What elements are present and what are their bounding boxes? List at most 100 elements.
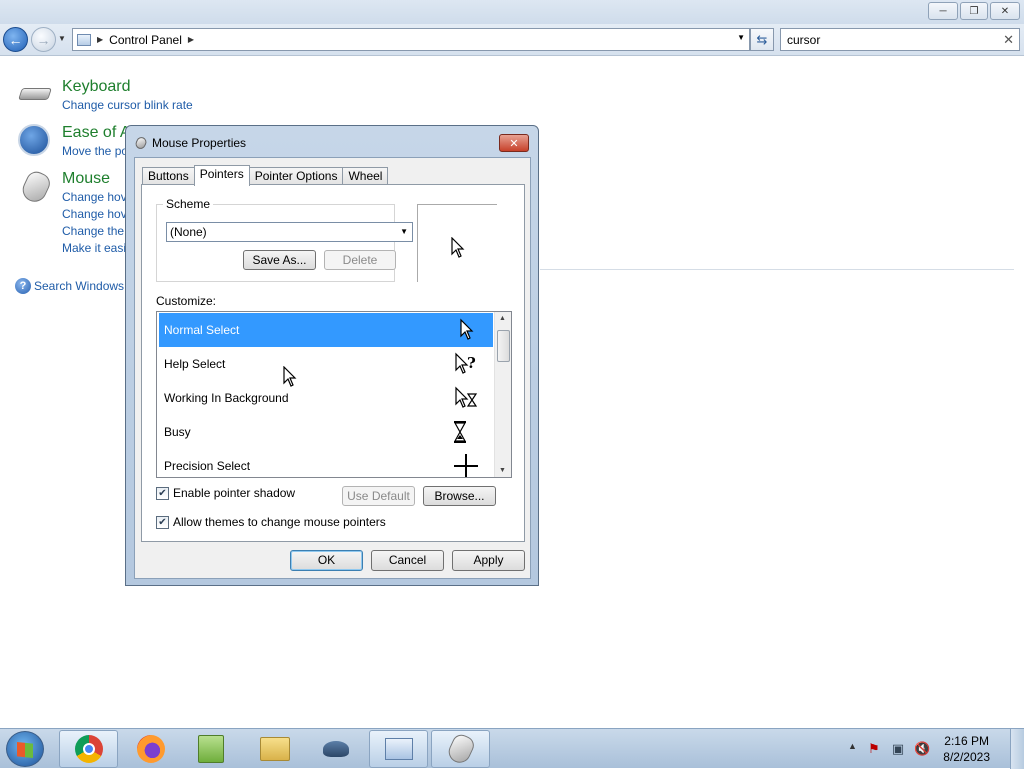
result-link[interactable]: Change hov [62, 190, 127, 204]
forward-button[interactable]: → [31, 27, 56, 52]
chrome-icon [74, 735, 103, 763]
taskbar-notepad-plus-plus[interactable] [181, 730, 240, 768]
address-bar[interactable]: ▶ Control Panel ▶ ▼ [72, 28, 750, 51]
start-button[interactable] [6, 731, 44, 767]
refresh-button[interactable]: ⇆ [750, 28, 774, 51]
cursor-name: Precision Select [164, 459, 251, 473]
taskbar-network-app[interactable] [306, 730, 365, 768]
list-item[interactable]: Busy [159, 415, 493, 449]
allow-themes-checkbox[interactable]: ✔ [156, 515, 169, 529]
back-button[interactable]: ← [3, 27, 28, 52]
close-window-button[interactable]: ✕ [990, 2, 1020, 20]
mouse-properties-dialog: Mouse Properties ✕ Buttons Pointers Poin… [125, 125, 539, 586]
control-panel-icon [384, 738, 413, 760]
address-dropdown-icon[interactable]: ▼ [737, 33, 745, 42]
tab-pointer-options[interactable]: Pointer Options [248, 167, 344, 185]
minimize-button[interactable]: ─ [928, 2, 958, 20]
list-item[interactable]: Help Select ? [159, 347, 493, 381]
action-center-icon[interactable]: ⚑ [866, 741, 882, 757]
help-link[interactable]: Search Windows H [34, 279, 136, 293]
cancel-button[interactable]: Cancel [371, 550, 444, 571]
cursor-preview [417, 204, 497, 282]
recent-pages-dropdown[interactable]: ▼ [58, 34, 66, 43]
enable-shadow-option[interactable]: ✔ Enable pointer shadow [156, 486, 295, 500]
list-item[interactable]: Working In Background [159, 381, 493, 415]
search-box[interactable]: ✕ [780, 28, 1020, 51]
dialog-titlebar[interactable]: Mouse Properties [133, 135, 246, 151]
back-arrow-icon: ← [8, 31, 23, 48]
navigation-bar: ← → ▼ ▶ Control Panel ▶ ▼ ⇆ ✕ [0, 24, 1024, 56]
list-item[interactable]: Normal Select [159, 313, 493, 347]
result-link[interactable]: Make it easi [62, 241, 126, 255]
help-cursor-icon: ? [455, 352, 476, 374]
result-link[interactable]: Move the po [62, 144, 128, 158]
taskbar-chrome[interactable] [59, 730, 118, 768]
allow-themes-label: Allow themes to change mouse pointers [173, 515, 386, 529]
ease-of-access-icon [18, 124, 52, 158]
browse-button[interactable]: Browse... [423, 486, 496, 506]
save-as-button[interactable]: Save As... [243, 250, 316, 270]
help-icon: ? [15, 278, 31, 294]
ok-button[interactable]: OK [290, 550, 363, 571]
result-link[interactable]: Change hov [62, 207, 127, 221]
close-icon[interactable]: ✕ [1003, 32, 1014, 48]
taskbar-file-explorer[interactable] [245, 730, 304, 768]
arrow-cursor-icon [460, 318, 474, 340]
apply-button[interactable]: Apply [452, 550, 525, 571]
breadcrumb-control-panel[interactable]: Control Panel [109, 33, 182, 47]
tab-buttons[interactable]: Buttons [142, 167, 195, 185]
restore-button[interactable]: ❐ [960, 2, 988, 20]
result-title-ease-of-access[interactable]: Ease of A [62, 124, 131, 142]
scheme-dropdown[interactable]: (None) ▼ [166, 222, 413, 242]
network-app-icon [322, 741, 349, 757]
svg-text:?: ? [467, 354, 476, 372]
clock[interactable]: 2:16 PM 8/2/2023 [943, 733, 990, 765]
taskbar-mouse-properties[interactable] [431, 730, 490, 768]
result-title-keyboard[interactable]: Keyboard [62, 78, 131, 96]
cursor-name: Normal Select [164, 323, 240, 337]
scroll-thumb[interactable] [497, 330, 510, 362]
show-desktop-button[interactable] [1010, 729, 1024, 769]
arrow-cursor-icon [451, 237, 465, 258]
delete-button[interactable]: Delete [324, 250, 396, 270]
result-link[interactable]: Change the [62, 224, 124, 238]
window-titlebar: ─ ❐ ✕ [0, 0, 1024, 24]
forward-arrow-icon: → [36, 31, 51, 48]
crosshair-icon [454, 454, 478, 477]
search-input[interactable] [787, 32, 987, 47]
volume-muted-icon[interactable]: 🔇 [914, 741, 930, 757]
pointers-panel: Scheme (None) ▼ Save As... Delete Custom… [141, 184, 525, 542]
tab-wheel[interactable]: Wheel [342, 167, 389, 185]
cursor-name: Help Select [164, 357, 226, 371]
chevron-down-icon: ▼ [400, 227, 408, 236]
dialog-close-button[interactable]: ✕ [499, 134, 529, 152]
list-scrollbar[interactable]: ▲ ▼ [494, 312, 511, 477]
enable-shadow-label: Enable pointer shadow [173, 486, 296, 500]
chevron-right-icon[interactable]: ▶ [188, 35, 194, 44]
scroll-down-icon[interactable]: ▼ [499, 467, 506, 474]
chevron-right-icon[interactable]: ▶ [97, 35, 103, 44]
result-title-mouse[interactable]: Mouse [62, 170, 110, 188]
cursor-name: Busy [164, 425, 191, 439]
taskbar-firefox[interactable] [121, 730, 180, 768]
help-link-row[interactable]: ? Search Windows H [15, 278, 136, 294]
taskbar-control-panel[interactable] [369, 730, 428, 768]
tab-pointers[interactable]: Pointers [193, 165, 250, 186]
network-icon[interactable]: ▣ [890, 741, 906, 757]
clock-time: 2:16 PM [944, 734, 989, 748]
scroll-up-icon[interactable]: ▲ [499, 315, 506, 322]
dialog-body: Buttons Pointers Pointer Options Wheel S… [134, 157, 531, 579]
cursor-list[interactable]: Normal Select Help Select ? Working In B… [156, 311, 512, 478]
scheme-label: Scheme [163, 197, 214, 211]
enable-shadow-checkbox[interactable]: ✔ [156, 486, 169, 500]
allow-themes-option[interactable]: ✔ Allow themes to change mouse pointers [156, 515, 386, 529]
mouse-icon [444, 731, 477, 767]
list-item[interactable]: Precision Select [159, 449, 493, 477]
mouse-icon [18, 168, 54, 206]
control-panel-icon [77, 33, 91, 46]
close-icon: ✕ [509, 137, 519, 150]
result-link[interactable]: Change cursor blink rate [62, 98, 193, 112]
show-hidden-icons[interactable]: ▲ [848, 741, 857, 751]
working-cursor-icon [455, 386, 478, 408]
use-default-button[interactable]: Use Default [342, 486, 415, 506]
